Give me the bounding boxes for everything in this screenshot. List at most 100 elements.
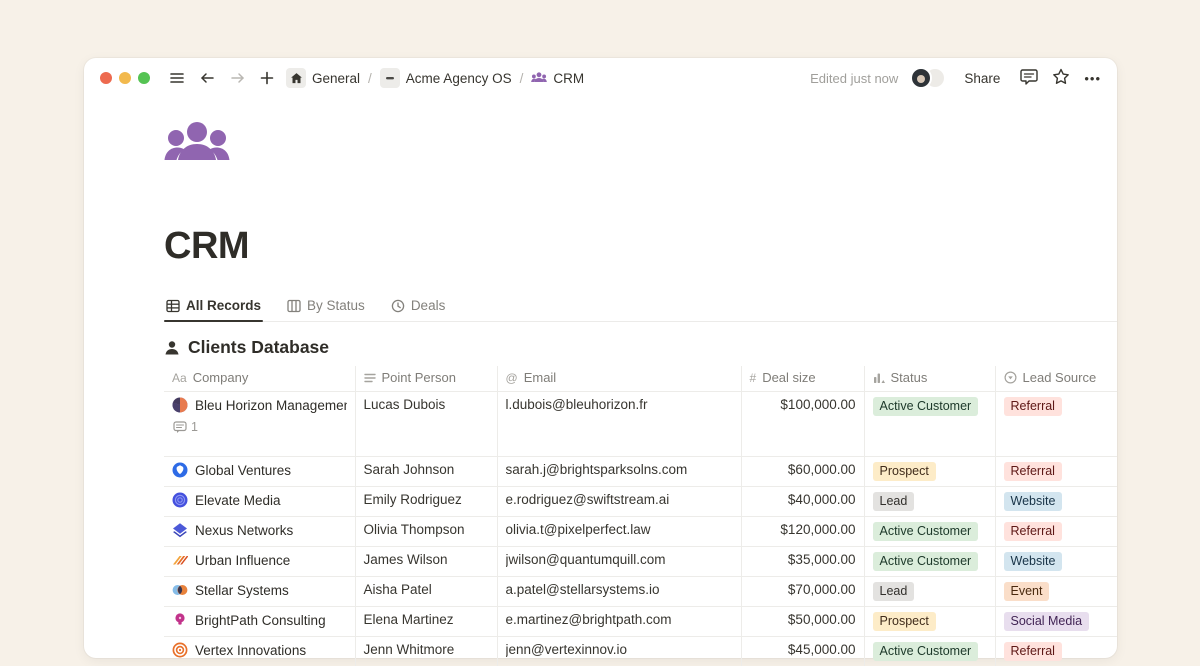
traffic-lights: [100, 72, 150, 84]
status-cell[interactable]: Active Customer: [864, 547, 995, 577]
company-link[interactable]: Urban Influence: [195, 553, 290, 568]
sidebar-toggle-icon[interactable]: [166, 67, 188, 89]
breadcrumb-item-workspace[interactable]: Acme Agency OS: [406, 71, 512, 86]
email-cell[interactable]: jwilson@quantumquill.com: [497, 547, 741, 577]
email-link[interactable]: jwilson@quantumquill.com: [506, 552, 733, 567]
close-window-button[interactable]: [100, 72, 112, 84]
column-header-point-person[interactable]: Point Person: [355, 366, 497, 392]
deal-size-cell[interactable]: $50,000.00: [741, 607, 864, 637]
lead-source-cell[interactable]: Website: [995, 487, 1117, 517]
company-cell[interactable]: Bleu Horizon Management 1: [164, 392, 355, 457]
company-link[interactable]: Global Ventures: [195, 463, 291, 478]
lead-source-cell[interactable]: Website: [995, 547, 1117, 577]
status-cell[interactable]: Active Customer: [864, 517, 995, 547]
point-person-cell[interactable]: Sarah Johnson: [355, 457, 497, 487]
email-link[interactable]: sarah.j@brightsparksolns.com: [506, 462, 733, 477]
email-cell[interactable]: sarah.j@brightsparksolns.com: [497, 457, 741, 487]
column-header-email[interactable]: @ Email: [497, 366, 741, 392]
point-person-cell[interactable]: Lucas Dubois: [355, 392, 497, 457]
comments-icon[interactable]: [1020, 68, 1038, 88]
column-header-status[interactable]: Status: [864, 366, 995, 392]
deal-size-cell[interactable]: $100,000.00: [741, 392, 864, 457]
email-cell[interactable]: e.martinez@brightpath.com: [497, 607, 741, 637]
breadcrumb: General / Acme Agency OS / CRM: [286, 68, 584, 88]
point-person-cell[interactable]: Aisha Patel: [355, 577, 497, 607]
company-link[interactable]: Nexus Networks: [195, 523, 293, 538]
page-title[interactable]: CRM: [164, 225, 1117, 268]
lead-source-cell[interactable]: Referral: [995, 392, 1117, 457]
email-link[interactable]: l.dubois@bleuhorizon.fr: [506, 397, 733, 412]
breadcrumb-home-item[interactable]: [286, 68, 306, 88]
lead-source-cell[interactable]: Event: [995, 577, 1117, 607]
company-cell[interactable]: Nexus Networks: [164, 517, 355, 547]
company-cell[interactable]: BrightPath Consulting: [164, 607, 355, 637]
breadcrumb-workspace-item[interactable]: [380, 68, 400, 88]
point-person-cell[interactable]: Jenn Whitmore: [355, 637, 497, 666]
email-cell[interactable]: a.patel@stellarsystems.io: [497, 577, 741, 607]
company-link[interactable]: Bleu Horizon Management: [195, 398, 347, 413]
column-header-deal-size[interactable]: # Deal size: [741, 366, 864, 392]
email-cell[interactable]: jenn@vertexinnov.io: [497, 637, 741, 666]
forward-button[interactable]: [226, 67, 248, 89]
lead-source-cell[interactable]: Social Media: [995, 607, 1117, 637]
status-cell[interactable]: Lead: [864, 487, 995, 517]
point-person-cell[interactable]: Emily Rodriguez: [355, 487, 497, 517]
stripes-icon: [172, 552, 188, 568]
point-person-cell[interactable]: Elena Martinez: [355, 607, 497, 637]
tab-deals[interactable]: Deals: [389, 294, 448, 321]
status-cell[interactable]: Prospect: [864, 457, 995, 487]
rings-icon: [172, 492, 188, 508]
zoom-window-button[interactable]: [138, 72, 150, 84]
share-button[interactable]: Share: [960, 69, 1004, 88]
email-link[interactable]: jenn@vertexinnov.io: [506, 642, 733, 657]
status-cell[interactable]: Active Customer: [864, 637, 995, 666]
company-link[interactable]: Elevate Media: [195, 493, 281, 508]
point-person-cell[interactable]: Olivia Thompson: [355, 517, 497, 547]
lead-source-cell[interactable]: Referral: [995, 517, 1117, 547]
new-page-button[interactable]: [256, 67, 278, 89]
company-cell[interactable]: Elevate Media: [164, 487, 355, 517]
email-link[interactable]: a.patel@stellarsystems.io: [506, 582, 733, 597]
company-cell[interactable]: Global Ventures: [164, 457, 355, 487]
email-link[interactable]: olivia.t@pixelperfect.law: [506, 522, 733, 537]
email-link[interactable]: e.martinez@brightpath.com: [506, 612, 733, 627]
email-cell[interactable]: e.rodriguez@swiftstream.ai: [497, 487, 741, 517]
email-cell[interactable]: olivia.t@pixelperfect.law: [497, 517, 741, 547]
company-cell[interactable]: Vertex Innovations: [164, 637, 355, 666]
lead-source-cell[interactable]: Referral: [995, 637, 1117, 666]
people-group-icon[interactable]: [164, 120, 230, 170]
status-cell[interactable]: Prospect: [864, 607, 995, 637]
email-link[interactable]: e.rodriguez@swiftstream.ai: [506, 492, 733, 507]
deal-size-cell[interactable]: $70,000.00: [741, 577, 864, 607]
deal-size-cell[interactable]: $45,000.00: [741, 637, 864, 666]
more-options-icon[interactable]: •••: [1084, 71, 1101, 86]
status-cell[interactable]: Lead: [864, 577, 995, 607]
deal-size-cell[interactable]: $35,000.00: [741, 547, 864, 577]
company-link[interactable]: BrightPath Consulting: [195, 613, 326, 628]
comment-count[interactable]: 1: [173, 420, 347, 434]
favorite-star-icon[interactable]: [1052, 68, 1070, 88]
status-badge: Lead: [873, 492, 915, 511]
email-cell[interactable]: l.dubois@bleuhorizon.fr: [497, 392, 741, 457]
minimize-window-button[interactable]: [119, 72, 131, 84]
company-cell[interactable]: Urban Influence: [164, 547, 355, 577]
back-button[interactable]: [196, 67, 218, 89]
deal-size-cell[interactable]: $60,000.00: [741, 457, 864, 487]
point-person-cell[interactable]: James Wilson: [355, 547, 497, 577]
breadcrumb-item-general[interactable]: General: [312, 71, 360, 86]
company-link[interactable]: Vertex Innovations: [195, 643, 306, 658]
column-header-company[interactable]: Aa Company: [164, 366, 355, 392]
table-icon: [166, 299, 180, 313]
status-cell[interactable]: Active Customer: [864, 392, 995, 457]
table-row: Nexus Networks Olivia Thompson olivia.t@…: [164, 517, 1117, 547]
lead-source-cell[interactable]: Referral: [995, 457, 1117, 487]
table-header-row: Aa Company Point Person @ Email # Deal s…: [164, 366, 1117, 392]
tab-all-records[interactable]: All Records: [164, 294, 263, 321]
company-cell[interactable]: Stellar Systems: [164, 577, 355, 607]
tab-by-status[interactable]: By Status: [285, 294, 367, 321]
company-link[interactable]: Stellar Systems: [195, 583, 289, 598]
breadcrumb-item-page[interactable]: CRM: [553, 71, 584, 86]
deal-size-cell[interactable]: $40,000.00: [741, 487, 864, 517]
deal-size-cell[interactable]: $120,000.00: [741, 517, 864, 547]
column-header-lead-source[interactable]: Lead Source: [995, 366, 1117, 392]
